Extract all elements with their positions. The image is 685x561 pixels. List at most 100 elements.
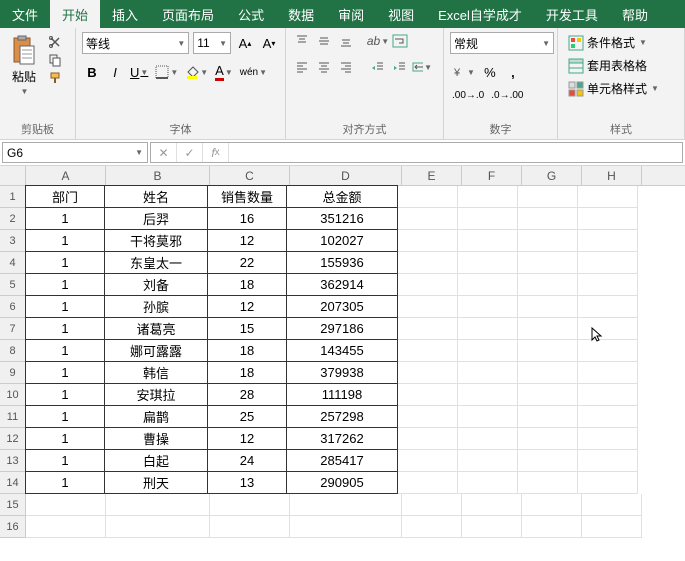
increase-font-button[interactable]: A▴	[235, 33, 255, 53]
cell[interactable]: 曹操	[104, 427, 208, 450]
decrease-indent-button[interactable]	[368, 58, 388, 76]
cell[interactable]	[578, 362, 638, 384]
cell[interactable]	[458, 186, 518, 208]
cell[interactable]: 143455	[286, 339, 398, 362]
cell[interactable]	[290, 516, 402, 538]
cell[interactable]: 290905	[286, 471, 398, 494]
cell[interactable]	[398, 296, 458, 318]
cell[interactable]	[518, 186, 578, 208]
cell[interactable]	[518, 340, 578, 362]
cancel-formula-button[interactable]: ✕	[151, 143, 177, 162]
cell[interactable]	[578, 428, 638, 450]
cell[interactable]: 1	[25, 251, 105, 274]
cell[interactable]	[518, 450, 578, 472]
cell[interactable]	[578, 274, 638, 296]
tab-dev[interactable]: 开发工具	[534, 0, 610, 28]
cell[interactable]: 12	[207, 427, 287, 450]
cell[interactable]: 刘备	[104, 273, 208, 296]
cell[interactable]	[518, 208, 578, 230]
cell[interactable]	[398, 428, 458, 450]
cell[interactable]: 总金额	[286, 185, 398, 208]
cell[interactable]: 18	[207, 273, 287, 296]
cell[interactable]	[518, 472, 578, 494]
cell[interactable]: 白起	[104, 449, 208, 472]
tab-formulas[interactable]: 公式	[226, 0, 276, 28]
cell[interactable]: 扁鹊	[104, 405, 208, 428]
border-button[interactable]: ▼	[153, 62, 180, 82]
cell[interactable]	[458, 274, 518, 296]
cell[interactable]: 1	[25, 427, 105, 450]
cell[interactable]: 1	[25, 449, 105, 472]
cell[interactable]	[458, 340, 518, 362]
cell[interactable]: 后羿	[104, 207, 208, 230]
cell[interactable]	[518, 318, 578, 340]
cell[interactable]	[458, 252, 518, 274]
formula-input[interactable]	[229, 146, 682, 160]
cell[interactable]: 诸葛亮	[104, 317, 208, 340]
cell[interactable]	[398, 384, 458, 406]
cell[interactable]: 257298	[286, 405, 398, 428]
cell[interactable]: 安琪拉	[104, 383, 208, 406]
align-right-button[interactable]	[336, 58, 356, 76]
tab-custom[interactable]: Excel自学成才	[426, 0, 534, 28]
cell[interactable]	[398, 362, 458, 384]
cell[interactable]	[398, 252, 458, 274]
row-header[interactable]: 11	[0, 406, 26, 428]
row-header[interactable]: 8	[0, 340, 26, 362]
cell[interactable]: 351216	[286, 207, 398, 230]
cell-styles-button[interactable]: 单元格样式▼	[564, 78, 678, 99]
cell[interactable]: 379938	[286, 361, 398, 384]
cell[interactable]	[578, 296, 638, 318]
cell[interactable]: 1	[25, 229, 105, 252]
cell[interactable]	[458, 428, 518, 450]
row-header[interactable]: 15	[0, 494, 26, 516]
cell[interactable]	[106, 494, 210, 516]
col-header-G[interactable]: G	[522, 166, 582, 185]
col-header-H[interactable]: H	[582, 166, 642, 185]
tab-help[interactable]: 帮助	[610, 0, 660, 28]
cell[interactable]	[578, 186, 638, 208]
cell[interactable]	[518, 252, 578, 274]
cell[interactable]: 13	[207, 471, 287, 494]
cell[interactable]	[578, 230, 638, 252]
row-header[interactable]: 1	[0, 186, 26, 208]
fx-button[interactable]: fx	[203, 143, 229, 162]
cut-button[interactable]	[46, 34, 64, 50]
tab-insert[interactable]: 插入	[100, 0, 150, 28]
cell[interactable]: 18	[207, 339, 287, 362]
percent-button[interactable]: %	[480, 62, 500, 82]
cell[interactable]	[462, 494, 522, 516]
tab-data[interactable]: 数据	[276, 0, 326, 28]
decrease-decimal-button[interactable]: .0→.00	[489, 85, 525, 105]
cell[interactable]	[398, 472, 458, 494]
row-header[interactable]: 3	[0, 230, 26, 252]
cell[interactable]	[578, 384, 638, 406]
cell[interactable]	[458, 384, 518, 406]
col-header-A[interactable]: A	[26, 166, 106, 185]
cell[interactable]	[398, 450, 458, 472]
font-color-button[interactable]: A▼	[213, 62, 235, 82]
cell[interactable]: 1	[25, 317, 105, 340]
fill-color-button[interactable]: ▼	[183, 62, 210, 82]
cell[interactable]	[518, 384, 578, 406]
col-header-F[interactable]: F	[462, 166, 522, 185]
cell[interactable]	[458, 208, 518, 230]
cell[interactable]: 155936	[286, 251, 398, 274]
cell[interactable]	[578, 252, 638, 274]
cell[interactable]	[578, 406, 638, 428]
cell[interactable]	[290, 494, 402, 516]
cell[interactable]: 362914	[286, 273, 398, 296]
cell[interactable]	[402, 494, 462, 516]
cell[interactable]: 孙膑	[104, 295, 208, 318]
cell[interactable]: 285417	[286, 449, 398, 472]
row-header[interactable]: 5	[0, 274, 26, 296]
conditional-format-button[interactable]: 条件格式▼	[564, 32, 678, 53]
col-header-B[interactable]: B	[106, 166, 210, 185]
cell[interactable]	[26, 494, 106, 516]
row-header[interactable]: 13	[0, 450, 26, 472]
cell[interactable]: 22	[207, 251, 287, 274]
cell[interactable]	[398, 274, 458, 296]
cell[interactable]: 1	[25, 339, 105, 362]
cell[interactable]: 317262	[286, 427, 398, 450]
cell[interactable]: 娜可露露	[104, 339, 208, 362]
